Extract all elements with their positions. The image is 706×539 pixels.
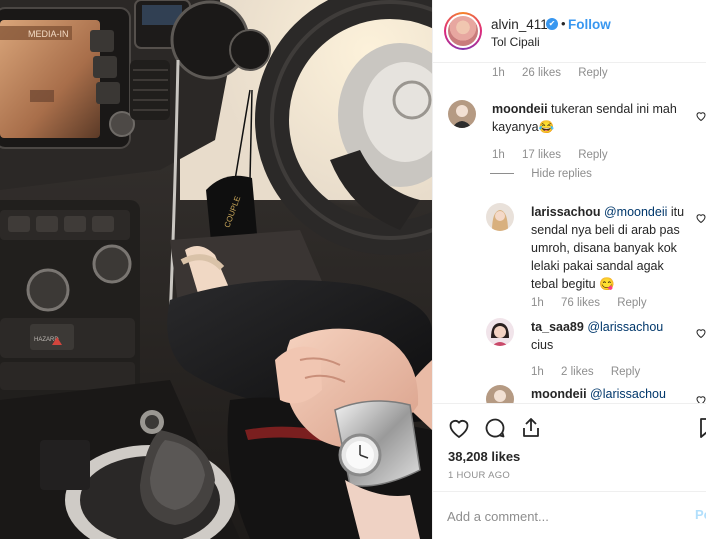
avatar-image — [448, 100, 476, 128]
post-location[interactable]: Tol Cipali — [491, 35, 540, 49]
post-side-panel: alvin_411 ✔ • Follow Tol Cipali 1h 26 li… — [432, 0, 706, 539]
comment-icon[interactable] — [483, 416, 507, 440]
comment-time: 1h — [531, 297, 544, 309]
comment-body: ta_saa89 @larissachou cius — [531, 318, 689, 354]
post-comment-button[interactable]: Po — [695, 507, 706, 522]
commenter-avatar[interactable] — [448, 100, 476, 128]
comment-mention[interactable]: @moondeii — [604, 205, 667, 219]
comment-username[interactable]: ta_saa89 — [531, 320, 584, 334]
avatar-image — [486, 318, 514, 346]
avatar-image — [448, 16, 478, 46]
car-display-text: MEDIA-IN — [28, 29, 69, 39]
reply-button[interactable]: Reply — [611, 366, 640, 378]
follow-button[interactable]: Follow — [568, 17, 611, 32]
comment-time: 1h — [492, 149, 505, 161]
header-separator: • — [561, 16, 566, 31]
commenter-avatar[interactable] — [486, 203, 514, 231]
comment-username[interactable]: moondeii — [531, 387, 587, 401]
comment-likes[interactable]: 2 likes — [561, 366, 594, 378]
comment-heart-icon[interactable] — [695, 394, 706, 403]
hide-replies-button[interactable]: Hide replies — [490, 168, 592, 180]
comment-likes[interactable]: 76 likes — [561, 297, 600, 309]
comments-list[interactable]: 1h 26 likes Reply moondeii tukeran senda… — [433, 63, 706, 403]
comment-body: larissachou @moondeii itu sendal nya bel… — [531, 203, 689, 293]
reply-button[interactable]: Reply — [578, 149, 607, 161]
post-timestamp[interactable]: 1 HOUR AGO — [448, 470, 510, 481]
comment-heart-icon[interactable] — [695, 110, 706, 122]
comment-meta: 1h 2 likes Reply — [531, 366, 654, 378]
reply-button[interactable]: Reply — [578, 67, 607, 79]
hide-replies-label: Hide replies — [531, 168, 592, 180]
avatar-image — [486, 203, 514, 231]
comment-body: moondeii tukeran sendal ini mah kayanya😂 — [492, 100, 687, 136]
comment-username[interactable]: larissachou — [531, 205, 600, 219]
comment-heart-icon[interactable] — [695, 327, 706, 339]
comment-likes[interactable]: 26 likes — [522, 67, 561, 79]
add-comment-input[interactable] — [447, 506, 687, 526]
comment-username[interactable]: moondeii — [492, 102, 548, 116]
comment-meta: 1h 17 likes Reply — [492, 149, 622, 161]
comment-heart-icon[interactable] — [695, 212, 706, 224]
avatar-image — [486, 385, 514, 403]
heart-icon[interactable] — [447, 416, 471, 440]
author-avatar[interactable] — [444, 12, 482, 50]
post-actions: 38,208 likes 1 HOUR AGO — [433, 403, 706, 501]
comment-composer: Po — [433, 491, 706, 539]
verified-badge-icon: ✔ — [546, 18, 558, 30]
author-username[interactable]: alvin_411 — [491, 17, 548, 32]
share-icon[interactable] — [519, 416, 543, 440]
comment-body: moondeii @larissachou — [531, 385, 691, 403]
post-header: alvin_411 ✔ • Follow Tol Cipali — [433, 0, 706, 63]
commenter-avatar[interactable] — [486, 385, 514, 403]
commenter-avatar[interactable] — [486, 318, 514, 346]
likes-count[interactable]: 38,208 likes — [448, 449, 520, 464]
comment-meta: 1h 76 likes Reply — [531, 297, 661, 309]
comment-mention[interactable]: @larissachou — [587, 320, 663, 334]
comment-mention[interactable]: @larissachou — [590, 387, 666, 401]
bookmark-icon[interactable] — [695, 416, 706, 440]
post-photo[interactable]: MEDIA-IN HAZARD COUPLE — [0, 0, 432, 539]
reply-button[interactable]: Reply — [617, 297, 646, 309]
comment-likes[interactable]: 17 likes — [522, 149, 561, 161]
car-interior-photo: MEDIA-IN HAZARD COUPLE — [0, 0, 432, 539]
comment-time: 1h — [531, 366, 544, 378]
comment-meta: 1h 26 likes Reply — [492, 67, 622, 79]
comment-text: cius — [531, 338, 554, 352]
comment-time: 1h — [492, 67, 505, 79]
